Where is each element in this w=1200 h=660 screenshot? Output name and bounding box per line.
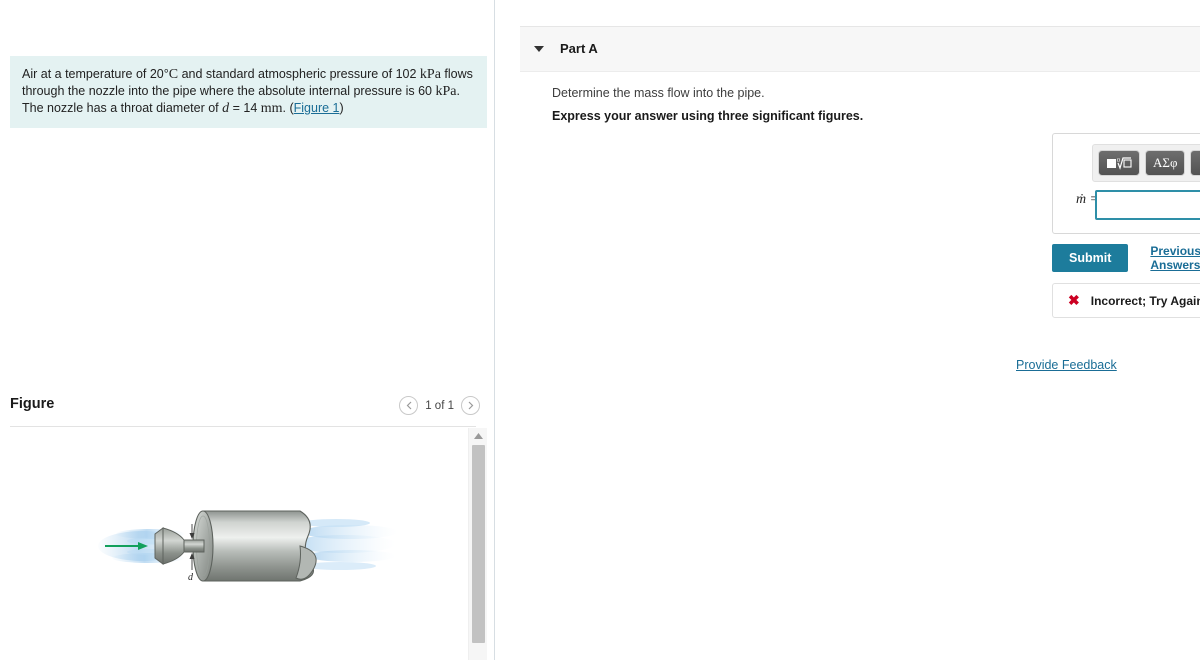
caret-down-icon[interactable] [534,46,544,52]
unit-kpa-2: kPa [435,84,457,99]
scrollbar-thumb[interactable] [472,445,485,643]
problem-text-7: ) [339,101,344,115]
feedback-message: Incorrect; Try Again; 5 attempts remaini… [1090,293,1200,308]
figure-scrollbar[interactable] [468,428,487,660]
figure-1-link[interactable]: Figure 1 [294,101,340,115]
mastering-physics-page: Air at a temperature of 20°C and standar… [0,0,1200,660]
pipe-body [192,510,317,582]
problem-text-1: Air at a temperature of 20° [22,67,169,81]
scroll-up-arrow-icon[interactable] [469,428,488,443]
previous-answers-link[interactable]: Previous Answers [1150,244,1200,272]
problem-text-6: . ( [282,101,294,115]
arrows-button[interactable]: ↓↑ [1190,150,1200,176]
unit-kpa-1: kPa [419,67,441,82]
answer-variable-label: ṁ = [1075,192,1099,207]
math-toolbar: 0 ΑΣφ ↓↑ vec [1092,144,1200,182]
chevron-right-icon [468,401,473,410]
provide-feedback-link[interactable]: Provide Feedback [1016,358,1117,372]
greek-symbols-button[interactable]: ΑΣφ [1145,150,1186,176]
answer-instruction: Express your answer using three signific… [552,109,864,123]
answer-input[interactable] [1095,190,1200,220]
figure-counter: 1 of 1 [425,399,454,412]
problem-text-2: and standard atmospheric pressure of 102 [178,67,420,81]
part-a-header[interactable]: Part A [520,26,1200,72]
problem-text-5: = 14 [229,101,261,115]
figure-viewport: d [0,428,470,660]
template-radical-button[interactable]: 0 [1098,150,1140,176]
x-mark-icon: ✖ [1068,292,1080,308]
submit-button[interactable]: Submit [1052,244,1129,272]
right-pane: Part A Determine the mass flow into the … [496,0,1200,660]
left-pane: Air at a temperature of 20°C and standar… [0,0,495,660]
submit-row: Submit Previous Answers Request Answer [1052,244,1200,272]
answer-entry-panel: 0 ΑΣφ ↓↑ vec [1052,133,1200,234]
diameter-label: d [188,572,194,583]
question-prompt: Determine the mass flow into the pipe. [552,86,765,100]
figure-navigation: 1 of 1 [399,396,480,415]
figure-divider [10,426,476,427]
unit-celsius: C [168,67,179,82]
part-a-title: Part A [560,41,598,56]
figure-prev-button[interactable] [399,396,419,415]
unit-mm: mm [260,101,283,116]
problem-statement: Air at a temperature of 20°C and standar… [10,56,487,128]
figure-panel-title: Figure [10,396,55,412]
nozzle-pipe-diagram: d [98,510,398,583]
figure-next-button[interactable] [461,396,480,415]
feedback-banner: ✖ Incorrect; Try Again; 5 attempts remai… [1052,283,1200,318]
template-radical-icon: 0 [1107,157,1132,170]
chevron-left-icon [406,401,412,410]
